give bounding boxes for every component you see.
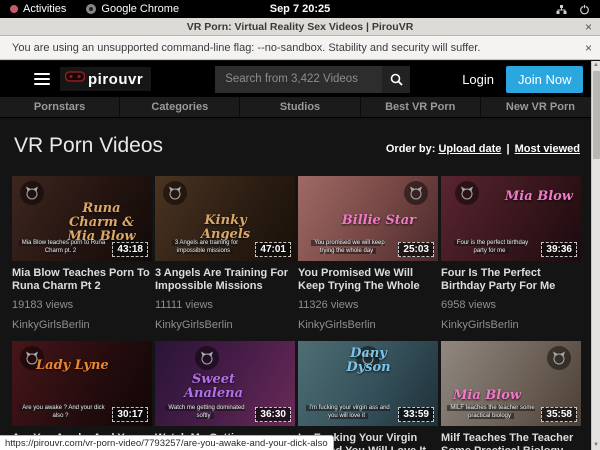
search-input[interactable] [215,66,382,93]
video-thumbnail[interactable]: Mia Blow Four is the perfect birthday pa… [441,176,581,261]
video-card: Mia Blow MILF teaches the teacher some p… [441,341,581,450]
activities-label: Activities [23,3,66,15]
app-menu-button[interactable]: Google Chrome [76,0,189,18]
window-close-icon[interactable]: × [585,20,592,34]
duration-badge: 35:58 [541,407,577,422]
scrollbar-down-icon[interactable]: ▼ [593,441,599,450]
duration-badge: 39:36 [541,242,577,257]
video-card: Dany Dyson I'm fucking your virgin ass a… [298,341,438,450]
window-titlebar: VR Porn: Virtual Reality Sex Videos | Pi… [0,18,600,36]
network-icon[interactable] [556,4,567,15]
video-thumbnail[interactable]: Dany Dyson I'm fucking your virgin ass a… [298,341,438,426]
video-studio-link[interactable]: KinkyGirlsBerlin [298,319,438,331]
video-thumbnail[interactable]: Lady Lyne Are you awake ? And your dick … [12,341,152,426]
video-thumbnail[interactable]: Mia Blow MILF teaches the teacher some p… [441,341,581,426]
thumb-overlay-name: Mia Blow [505,190,573,204]
video-thumbnail[interactable]: Billie Star You promised we will keep tr… [298,176,438,261]
scrollbar-thumb[interactable] [593,71,600,159]
thumb-overlay-name: Kinky Angels [183,214,268,242]
studio-watermark-icon [163,181,187,205]
duration-badge: 25:03 [398,242,434,257]
app-menu-label: Google Chrome [101,3,179,15]
order-most-viewed-link[interactable]: Most viewed [515,143,580,155]
studio-watermark-icon [455,181,479,205]
tab-title: VR Porn: Virtual Reality Sex Videos | Pi… [187,21,414,33]
main-nav: Pornstars Categories Studios Best VR Por… [0,97,600,118]
video-studio-link[interactable]: KinkyGirlsBerlin [155,319,295,331]
video-title[interactable]: Milf Teaches The Teacher Some Practical … [441,432,581,450]
thumb-overlay-name: Dany Dyson [326,347,411,375]
studio-watermark-icon [404,181,428,205]
login-link[interactable]: Login [462,72,494,87]
thumb-overlay-name: Sweet Analena [171,373,256,401]
duration-badge: 47:01 [255,242,291,257]
warning-close-icon[interactable]: × [585,41,592,55]
video-grid: Runa Charm & Mia Blow Mia Blow teaches p… [0,176,600,450]
search-area [215,66,410,93]
video-views: 19183 views [12,299,152,311]
video-studio-link[interactable]: KinkyGirlsBerlin [441,319,581,331]
search-icon [390,73,403,86]
order-upload-date-link[interactable]: Upload date [438,143,501,155]
video-card: Sweet Analena Watch me getting dominated… [155,341,295,450]
order-by-label: Order by: [386,143,436,155]
video-card: Lady Lyne Are you awake ? And your dick … [12,341,152,450]
page-head: VR Porn Videos Order by: Upload date | M… [0,118,600,158]
thumb-overlay-name: Runa Charm & Mia Blow [59,202,144,244]
search-button[interactable] [382,66,410,93]
video-title[interactable]: Mia Blow Teaches Porn To Runa Charm Pt 2 [12,267,152,293]
warning-text: You are using an unsupported command-lin… [12,42,480,54]
video-card: Mia Blow Four is the perfect birthday pa… [441,176,581,331]
studio-watermark-icon [547,346,571,370]
nav-item-pornstars[interactable]: Pornstars [0,97,120,117]
video-title[interactable]: You Promised We Will Keep Trying The Who… [298,267,438,293]
video-card: Kinky Angels 3 Angels are training for i… [155,176,295,331]
video-title[interactable]: Four Is The Perfect Birthday Party For M… [441,267,581,293]
page-scrollbar[interactable]: ▲ ▼ [591,61,600,450]
nav-item-categories[interactable]: Categories [120,97,240,117]
scrollbar-up-icon[interactable]: ▲ [593,61,599,70]
site-header: pirouvr Login Join Now [0,61,600,97]
video-thumbnail[interactable]: Runa Charm & Mia Blow Mia Blow teaches p… [12,176,152,261]
video-card: Billie Star You promised we will keep tr… [298,176,438,331]
nav-item-studios[interactable]: Studios [240,97,360,117]
browser-viewport: pirouvr Login Join Now Pornstars Categor… [0,61,600,450]
video-views: 6958 views [441,299,581,311]
activities-icon [10,5,18,13]
video-views: 11111 views [155,299,295,311]
video-card: Runa Charm & Mia Blow Mia Blow teaches p… [12,176,152,331]
order-by: Order by: Upload date | Most viewed [386,143,580,155]
studio-watermark-icon [195,346,219,370]
thumb-overlay-name: Lady Lyne [36,359,109,373]
vr-goggles-icon [65,70,85,88]
status-url-bar: https://pirouvr.com/vr-porn-video/779325… [0,435,334,450]
menu-icon[interactable] [34,73,50,85]
duration-badge: 36:30 [255,407,291,422]
thumb-overlay-name: Mia Blow [453,389,521,403]
logo-text: pirouvr [88,71,143,88]
video-title[interactable]: 3 Angels Are Training For Impossible Mis… [155,267,295,293]
thumb-overlay-name: Billie Star [342,214,416,228]
power-icon[interactable] [579,4,590,15]
video-thumbnail[interactable]: Kinky Angels 3 Angels are training for i… [155,176,295,261]
studio-watermark-icon [20,181,44,205]
chrome-warning-bar: You are using an unsupported command-lin… [0,36,600,60]
chrome-icon [86,4,96,14]
site-logo[interactable]: pirouvr [60,67,151,91]
desktop-top-bar: Activities Google Chrome Sep 7 20:25 [0,0,600,18]
page-title: VR Porn Videos [14,134,163,158]
video-thumbnail[interactable]: Sweet Analena Watch me getting dominated… [155,341,295,426]
clock[interactable]: Sep 7 20:25 [270,3,331,15]
join-now-button[interactable]: Join Now [506,66,583,93]
nav-item-new-vr-porn[interactable]: New VR Porn [481,97,600,117]
video-studio-link[interactable]: KinkyGirlsBerlin [12,319,152,331]
activities-button[interactable]: Activities [0,0,76,18]
duration-badge: 30:17 [112,407,148,422]
duration-badge: 43:18 [112,242,148,257]
duration-badge: 33:59 [398,407,434,422]
video-views: 11326 views [298,299,438,311]
nav-item-best-vr-porn[interactable]: Best VR Porn [361,97,481,117]
